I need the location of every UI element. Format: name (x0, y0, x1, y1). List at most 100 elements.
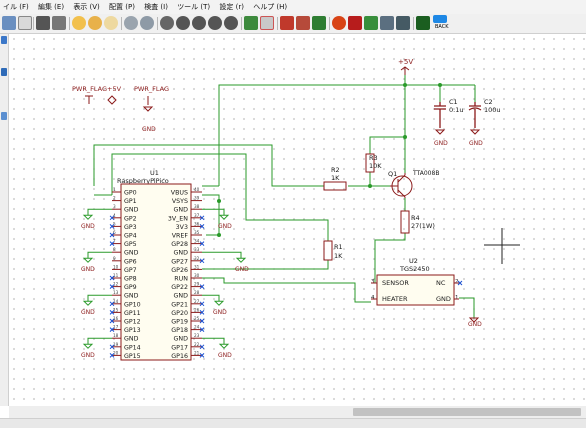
svg-text:R3: R3 (369, 154, 378, 162)
gnd-label: GND (81, 266, 95, 273)
scrollbar-thumb[interactable] (353, 408, 581, 416)
menu-place[interactable]: 配置 (P) (106, 0, 139, 14)
pwr-flag-symbol-1[interactable]: PWR_FLAG (72, 85, 107, 104)
u1-right-pin-label: GND (174, 293, 189, 300)
u1-left-pin-label: GP8 (124, 276, 137, 283)
toolbar-separator (277, 17, 278, 30)
resistor-r1[interactable]: R1 1K (323, 240, 343, 261)
print-icon[interactable] (36, 16, 50, 30)
schematic-canvas[interactable]: PWR_FLAG +5V PWR_FLAG GND +5V C1 0.1u GN… (9, 34, 586, 406)
find-replace-icon[interactable] (140, 16, 154, 30)
find-icon[interactable] (124, 16, 138, 30)
schematic-setup-icon[interactable] (2, 16, 16, 30)
page-settings-icon[interactable] (18, 16, 32, 30)
hierarchy-icon[interactable] (244, 16, 258, 30)
menu-settings[interactable]: 設定 (r) (216, 0, 248, 14)
menu-file[interactable]: イル (F) (0, 0, 33, 14)
resistor-r3[interactable]: R3 10K (365, 153, 382, 173)
capacitor-c2[interactable]: C2 100u GND (468, 98, 501, 147)
zoom-objects-icon[interactable] (224, 16, 238, 30)
grid-toggle-icon[interactable] (1, 36, 7, 44)
u1-right-pin-label: RUN (174, 276, 188, 283)
u1-right-pin-label: GP28 (171, 241, 188, 248)
units-icon[interactable] (1, 68, 7, 76)
u1-left-pin-label: GP0 (124, 190, 137, 197)
erc-icon[interactable] (332, 16, 346, 30)
capacitor-c1[interactable]: C1 0.1u GND (434, 98, 463, 147)
gnd-symbol (202, 208, 230, 220)
zoom-fit-icon[interactable] (208, 16, 222, 30)
bom-icon[interactable] (380, 16, 394, 30)
u1-left-pin-label: GND (124, 250, 139, 257)
gnd-label: GND (213, 309, 227, 316)
u1-right-pin-label: GP18 (171, 327, 188, 334)
u1-right-pin-label: GND (174, 336, 189, 343)
menu-view[interactable]: 表示 (V) (70, 0, 103, 14)
transistor-q1[interactable]: Q1 TTA008B (388, 170, 439, 198)
plot-icon[interactable] (52, 16, 66, 30)
u1-right-pin-number: 38 (194, 204, 200, 209)
resistor-r2[interactable]: R2 1K (323, 166, 347, 191)
simulator-icon[interactable] (348, 16, 362, 30)
sensor-u2[interactable]: U2 TGS2450 SENSOR NC HEATER GND 3 2 4 1 … (371, 257, 482, 328)
u1-right-pin-number: 34 (194, 239, 200, 244)
u1-left-pin-label: GP5 (124, 241, 137, 248)
u1-right-pin-label: VSYS (172, 198, 188, 205)
u1-left-pin-label: GP10 (124, 301, 141, 308)
zoom-in-icon[interactable] (176, 16, 190, 30)
u1-left-pin-number: 13 (113, 290, 119, 295)
leave-sheet-icon[interactable] (260, 16, 274, 30)
symbol-browser-icon[interactable] (296, 16, 310, 30)
gnd-symbol (82, 337, 112, 349)
svg-text:4: 4 (371, 295, 375, 301)
undo-icon[interactable] (88, 16, 102, 30)
cursor-icon[interactable] (1, 112, 7, 120)
u1-left-pin-label: GP3 (124, 224, 137, 231)
u1-left-pin-number: 18 (113, 333, 119, 338)
u1-left-pin-number: 2 (113, 196, 116, 201)
redo-icon[interactable] (104, 16, 118, 30)
refresh-icon[interactable] (160, 16, 174, 30)
annotate-icon[interactable] (312, 16, 326, 30)
u1-left-pin-label: GP14 (124, 344, 141, 351)
back-annotate-icon[interactable] (433, 15, 447, 23)
menu-edit[interactable]: 編集 (E) (35, 0, 68, 14)
netlist-icon[interactable] (396, 16, 410, 30)
menu-inspect[interactable]: 検査 (I) (141, 0, 172, 14)
microcontroller-u1[interactable]: U1 RaspberryPiPico GP0 VBUS1 40GP1 VSYS2 39G… (112, 169, 202, 361)
toolbar-separator (69, 17, 70, 30)
symbol-editor-icon[interactable] (280, 16, 294, 30)
u1-right-pin-number: 23 (194, 333, 200, 338)
menu-help[interactable]: ヘルプ (H) (250, 0, 291, 14)
back-label[interactable]: BACK (435, 24, 449, 30)
u1-left-pin-label: GP2 (124, 215, 137, 222)
plus5v-symbol-2[interactable]: +5V (398, 58, 413, 75)
svg-text:1K: 1K (334, 252, 343, 260)
resistor-r4[interactable]: R4 27(1W) (400, 210, 435, 234)
menu-tools[interactable]: ツール (T) (174, 0, 214, 14)
u1-left-pin-number: 3 (113, 204, 116, 209)
horizontal-scrollbar[interactable] (9, 406, 586, 418)
svg-text:GND: GND (142, 126, 156, 133)
toolbar-separator (413, 17, 414, 30)
u1-right-pin-number: 28 (194, 290, 200, 295)
u1-left-pin-label: GP12 (124, 319, 141, 326)
u1-right-pin-number: 35 (194, 230, 200, 235)
plus5v-symbol-1[interactable]: +5V (107, 85, 122, 105)
pwr-flag-symbol-2[interactable]: PWR_FLAG GND (134, 85, 169, 133)
u1-right-pin-label: GP19 (171, 319, 188, 326)
pcb-editor-icon[interactable] (416, 16, 430, 30)
u1-right-pin-label: GP16 (171, 353, 188, 360)
u1-right-pin-number: 40 (194, 187, 200, 192)
gnd-label: GND (218, 352, 232, 359)
u1-right-pin-number: 32 (194, 256, 200, 261)
u1-right-pin-label: GP20 (171, 310, 188, 317)
assign-footprints-icon[interactable] (364, 16, 378, 30)
u1-left-pin-number: 8 (113, 247, 116, 252)
svg-text:C1: C1 (449, 98, 458, 106)
u1-right-pin-label: GP26 (171, 267, 188, 274)
zoom-out-icon[interactable] (192, 16, 206, 30)
paste-icon[interactable] (72, 16, 86, 30)
u1-left-gnd-symbols: GND GND GND GND (81, 208, 115, 359)
junctions (217, 83, 442, 237)
